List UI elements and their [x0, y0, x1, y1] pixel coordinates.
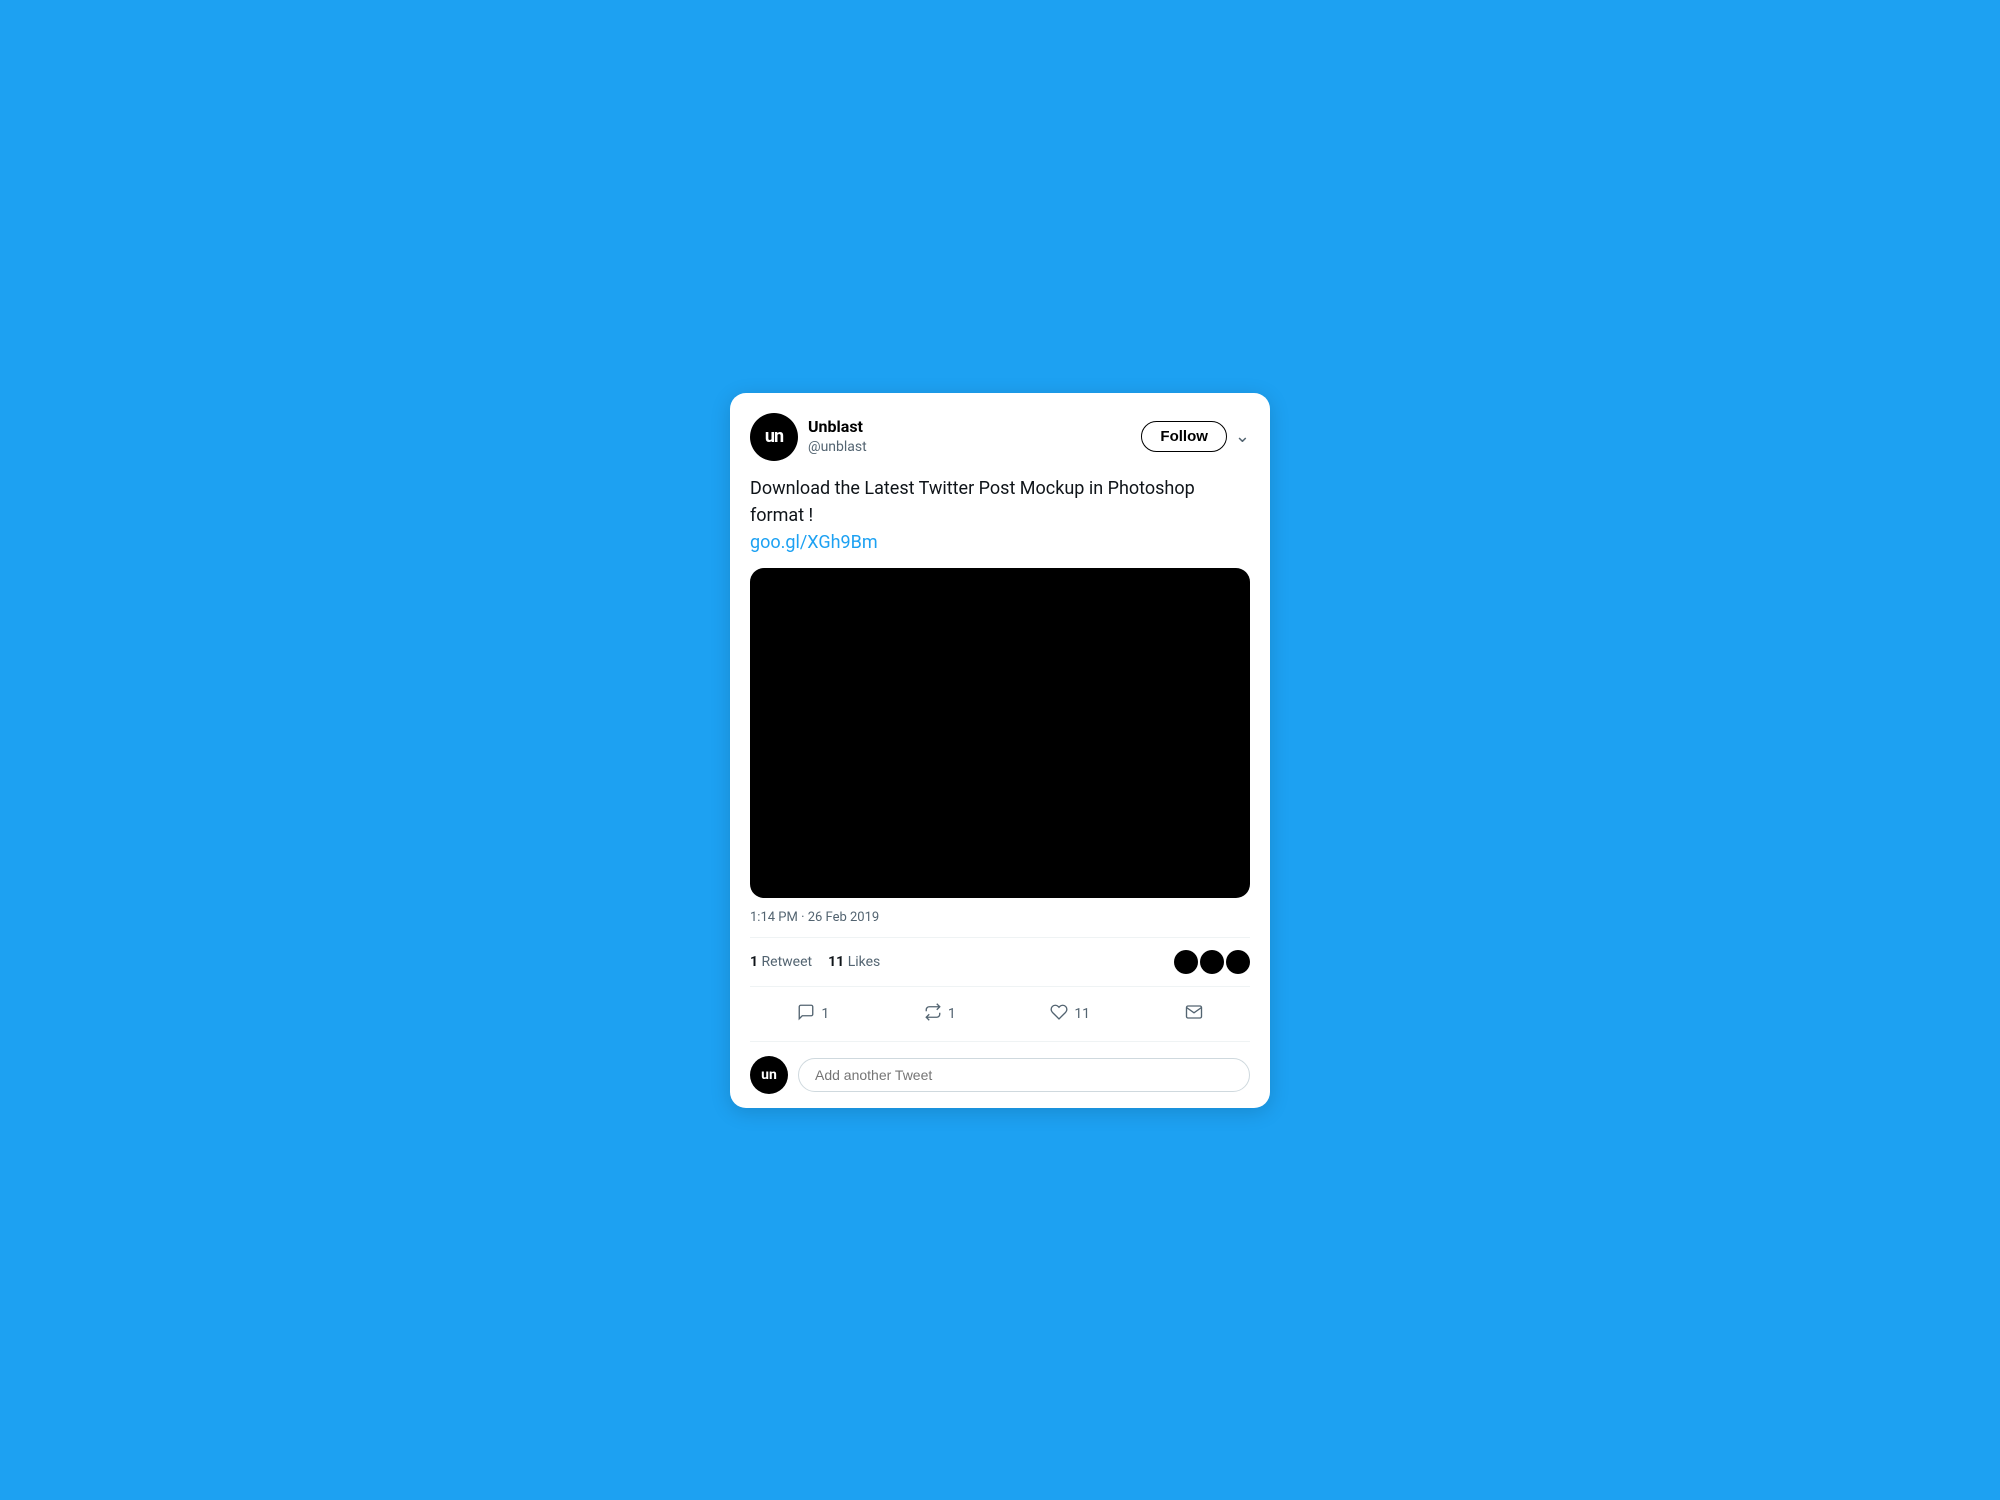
tweet-text: Download the Latest Twitter Post Mockup … [750, 478, 1195, 526]
retweet-count: 1 [750, 954, 758, 970]
reply-count: 1 [821, 1006, 829, 1022]
retweet-action-count: 1 [948, 1006, 956, 1022]
tweet-header-left: un Unblast @unblast [750, 413, 867, 461]
liker-avatar-2 [1200, 950, 1224, 974]
avatar: un [750, 413, 798, 461]
tweet-header-right: Follow ⌄ [1141, 421, 1250, 452]
compose-input[interactable] [798, 1058, 1250, 1092]
tweet-compose: un [750, 1042, 1250, 1108]
likes-stat: 11 Likes [828, 954, 880, 970]
liker-avatar-3 [1226, 950, 1250, 974]
liker-avatar-1 [1174, 950, 1198, 974]
chevron-down-icon[interactable]: ⌄ [1235, 426, 1250, 447]
user-handle: @unblast [808, 438, 867, 456]
compose-avatar: un [750, 1056, 788, 1094]
heart-icon [1050, 1003, 1068, 1025]
avatar-initials: un [765, 426, 783, 447]
retweet-label: Retweet [762, 954, 813, 970]
tweet-card: un Unblast @unblast Follow ⌄ Download th… [730, 393, 1270, 1108]
tweet-body: Download the Latest Twitter Post Mockup … [750, 475, 1250, 556]
tweet-header: un Unblast @unblast Follow ⌄ [750, 413, 1250, 461]
likes-label: Likes [848, 954, 881, 970]
tweet-link[interactable]: goo.gl/XGh9Bm [750, 532, 878, 553]
retweet-stat: 1 Retweet [750, 954, 812, 970]
reply-action[interactable]: 1 [789, 995, 837, 1033]
compose-avatar-initials: un [761, 1067, 777, 1083]
mail-icon [1185, 1003, 1203, 1025]
avatar-stack [1174, 950, 1250, 974]
tweet-timestamp: 1:14 PM · 26 Feb 2019 [750, 910, 1250, 938]
tweet-media-image [750, 568, 1250, 898]
follow-button[interactable]: Follow [1141, 421, 1227, 452]
reply-icon [797, 1003, 815, 1025]
likes-count: 11 [828, 954, 844, 970]
like-action[interactable]: 11 [1042, 995, 1098, 1033]
dm-action[interactable] [1177, 995, 1211, 1033]
like-count: 11 [1074, 1006, 1090, 1022]
retweet-action[interactable]: 1 [916, 995, 964, 1033]
tweet-stats: 1 Retweet 11 Likes [750, 950, 1250, 987]
tweet-actions: 1 1 11 [750, 987, 1250, 1042]
user-name: Unblast [808, 417, 867, 438]
retweet-icon [924, 1003, 942, 1025]
user-info: Unblast @unblast [808, 417, 867, 456]
